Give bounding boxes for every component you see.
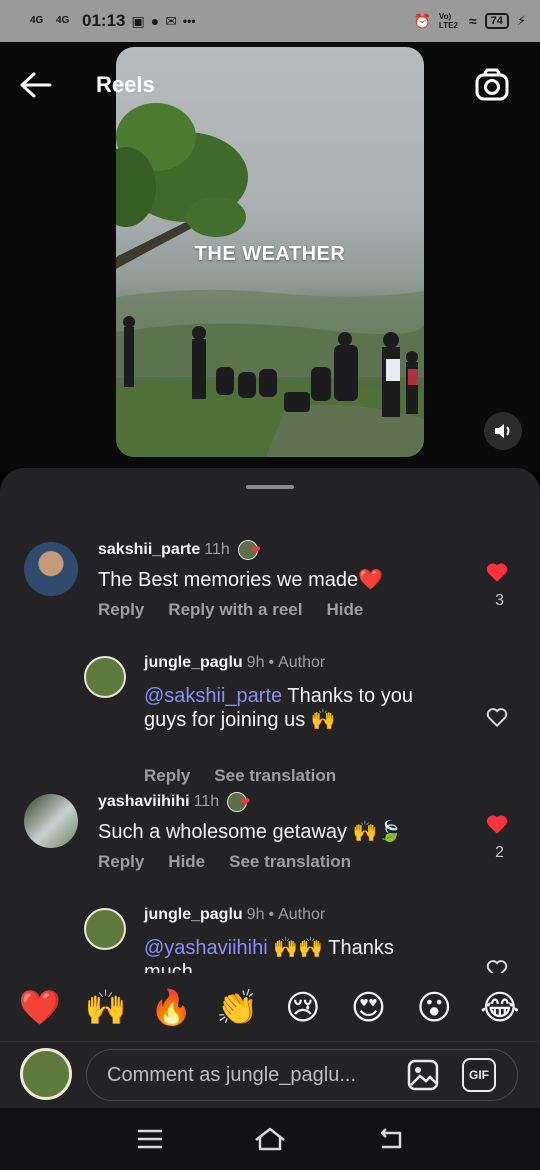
heart-icon: ❤: [250, 543, 261, 557]
speaker-icon: [495, 424, 510, 438]
author-badge: Author: [278, 654, 326, 671]
see-translation-button[interactable]: See translation: [214, 766, 336, 786]
heart-outline-icon[interactable]: [484, 704, 510, 730]
sound-toggle-button[interactable]: [484, 412, 522, 450]
comments-list[interactable]: sakshii_parte 11h ❤ The Best memories we…: [0, 528, 540, 973]
heart-filled-icon[interactable]: [484, 811, 510, 837]
emoji-heart[interactable]: ❤️: [18, 988, 62, 1028]
avatar[interactable]: [24, 794, 78, 848]
like-count: 2: [495, 844, 504, 861]
separator-dot: •: [268, 906, 275, 923]
comment-composer: Comment as jungle_paglu... GIF: [0, 1041, 540, 1107]
comment-actions: Reply See translation: [144, 766, 336, 786]
reply-button[interactable]: Reply: [144, 766, 190, 786]
reply-with-reel-button[interactable]: Reply with a reel: [168, 600, 302, 620]
image-icon: [407, 1059, 439, 1091]
reel-video[interactable]: THE WEATHER: [116, 47, 424, 457]
clock: 01:13: [82, 11, 126, 30]
camera-button[interactable]: [472, 66, 512, 106]
emoji-crying[interactable]: 😢: [281, 988, 325, 1028]
recent-apps-button[interactable]: [133, 1122, 167, 1156]
heart-filled-icon[interactable]: [484, 559, 510, 585]
comment-header: yashaviihihi 11h ❤: [98, 792, 251, 812]
comment-text: @sakshii_parte Thanks to you guys for jo…: [144, 684, 454, 732]
comment-username[interactable]: sakshii_parte: [98, 541, 200, 559]
reply-button[interactable]: Reply: [98, 600, 144, 620]
arrow-left-icon: [20, 72, 52, 98]
comment-time: 9h: [246, 906, 265, 923]
quick-reaction-bar: ❤️ 🙌 🔥 👏 😢 😍 😮 😂: [0, 975, 540, 1041]
comment-username[interactable]: jungle_paglu: [144, 906, 243, 924]
attach-image-button[interactable]: [406, 1058, 440, 1092]
avatar[interactable]: [24, 542, 78, 596]
emoji-clap[interactable]: 👏: [215, 988, 259, 1028]
comment-header: jungle_paglu 9h • Author: [144, 654, 325, 672]
avatar[interactable]: [84, 908, 126, 950]
comment-header: jungle_paglu 9h • Author: [144, 906, 325, 924]
emoji-fire[interactable]: 🔥: [149, 988, 193, 1028]
emoji-raised-hands[interactable]: 🙌: [84, 988, 128, 1028]
comment-text: Such a wholesome getaway 🙌🍃: [98, 821, 403, 843]
comment-time: 11h: [193, 793, 220, 810]
comment-text: The Best memories we made❤️: [98, 569, 383, 591]
comment-input[interactable]: Comment as jungle_paglu...: [86, 1049, 518, 1101]
heart-outline-icon[interactable]: [484, 956, 510, 973]
emoji-surprised[interactable]: 😮: [412, 988, 456, 1028]
author-badge: Author: [278, 906, 326, 923]
back-system-button[interactable]: [373, 1122, 407, 1156]
creator-liked-badge: ❤: [227, 792, 251, 812]
see-translation-button[interactable]: See translation: [229, 852, 351, 872]
reply-button[interactable]: Reply: [98, 852, 144, 872]
home-button[interactable]: [253, 1122, 287, 1156]
home-icon: [255, 1127, 285, 1151]
header: Reels: [0, 66, 540, 106]
hide-button[interactable]: Hide: [326, 600, 363, 620]
alarm-icon: ⏰: [413, 12, 431, 29]
reel-preview-area: THE WEATHER Reels: [0, 42, 540, 472]
separator-dot: •: [268, 654, 275, 671]
more-notifications: •••: [182, 14, 196, 28]
sheet-drag-handle[interactable]: [246, 485, 294, 489]
volte-indicator: Vo) LTE2: [438, 12, 458, 30]
comment-actions: Reply Hide See translation: [98, 852, 351, 872]
network-indicator-2: 4G: [56, 15, 70, 26]
heart-icon: ❤: [240, 795, 251, 809]
comment-input-placeholder: Comment as jungle_paglu...: [107, 1063, 357, 1086]
mention-link[interactable]: @sakshii_parte: [144, 685, 282, 707]
system-navigation-bar: [0, 1108, 540, 1170]
avatar[interactable]: [84, 656, 126, 698]
comment-text: @yashaviihihi 🙌🙌 Thanks much: [144, 936, 444, 973]
mention-link[interactable]: @yashaviihihi: [144, 937, 268, 959]
emoji-heart-eyes[interactable]: 😍: [347, 988, 391, 1028]
network-indicator-1: 4G: [30, 15, 44, 26]
menu-icon: [138, 1129, 162, 1149]
comment-username[interactable]: yashaviihihi: [98, 793, 190, 811]
comment-time: 11h: [204, 541, 230, 558]
status-bar: 4G 4G 01:13 ▣ ● ✉ ••• ⏰ Vo) LTE2 ≈ 74 ⚡: [0, 0, 540, 42]
like-count: 3: [495, 592, 504, 609]
back-system-icon: [380, 1128, 402, 1149]
comment-username[interactable]: jungle_paglu: [144, 654, 243, 672]
back-button[interactable]: [16, 66, 56, 106]
comment-header: sakshii_parte 11h ❤: [98, 540, 261, 560]
wifi-icon: ≈: [468, 13, 477, 29]
instagram-notification-icon: ▣: [131, 12, 145, 29]
creator-liked-badge: ❤: [237, 540, 261, 560]
mail-notification-icon: ✉: [165, 12, 177, 29]
comment-time: 9h: [246, 654, 265, 671]
charging-icon: ⚡: [516, 13, 526, 28]
camera-icon: [475, 68, 509, 101]
comment-actions: Reply Reply with a reel Hide: [98, 600, 363, 620]
my-avatar: [20, 1048, 72, 1100]
page-title: Reels: [96, 72, 155, 97]
emoji-laughing[interactable]: 😂: [478, 988, 522, 1028]
message-notification-icon: ●: [150, 13, 160, 29]
reel-overlay-text: THE WEATHER: [194, 243, 346, 265]
gif-button[interactable]: GIF: [462, 1058, 496, 1092]
hide-button[interactable]: Hide: [168, 852, 205, 872]
battery-indicator: 74: [484, 13, 509, 29]
